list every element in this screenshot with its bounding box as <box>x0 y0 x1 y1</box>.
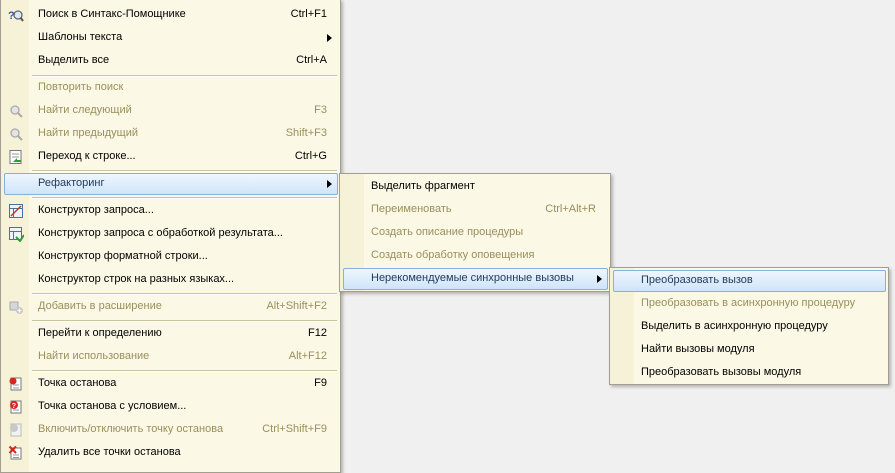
menu-item-convert-call[interactable]: Преобразовать вызов <box>610 270 888 292</box>
svg-text:?: ? <box>12 403 16 410</box>
menu-item-find-previous[interactable]: Найти предыдущий Shift+F3 <box>1 123 340 145</box>
add-extension-icon <box>9 301 23 314</box>
menu-item-query-builder-with-result[interactable]: Конструктор запроса с обработкой результ… <box>1 223 340 245</box>
menu-item-breakpoint[interactable]: Точка останова F9 <box>1 373 340 395</box>
context-menu: ? Поиск в Синтакс-Помощнике Ctrl+F1 Шабл… <box>0 0 341 473</box>
conditional-breakpoint-icon: ? <box>10 400 22 414</box>
menu-item-create-procedure-description[interactable]: Создать описание процедуры <box>340 222 610 244</box>
search-help-icon: ? <box>8 10 24 22</box>
query-builder-result-icon <box>9 227 24 242</box>
breakpoint-icon <box>9 377 22 391</box>
query-builder-icon <box>9 204 23 218</box>
menu-item-repeat-search[interactable]: Повторить поиск <box>1 77 340 99</box>
menu-item-convert-to-async-procedure[interactable]: Преобразовать в асинхронную процедуру <box>610 293 888 315</box>
menu-item-deprecated-sync-calls[interactable]: Нерекомендуемые синхронные вызовы <box>340 268 610 290</box>
toggle-breakpoint-icon <box>10 423 22 437</box>
goto-line-icon <box>9 150 22 164</box>
menu-item-delete-all-breakpoints[interactable]: Удалить все точки останова <box>1 442 340 464</box>
menu-item-toggle-breakpoint[interactable]: Включить/отключить точку останова Ctrl+S… <box>1 419 340 441</box>
menu-item-select-all[interactable]: Выделить все Ctrl+A <box>1 50 340 72</box>
menu-item-query-builder[interactable]: Конструктор запроса... <box>1 200 340 222</box>
delete-breakpoints-icon <box>8 445 22 460</box>
menu-separator <box>32 197 337 199</box>
submenu-arrow-icon <box>327 34 332 42</box>
menu-item-goto-line[interactable]: Переход к строке... Ctrl+G <box>1 146 340 168</box>
menu-separator <box>32 170 337 172</box>
menu-separator <box>32 370 337 372</box>
menu-item-create-notification-handler[interactable]: Создать обработку оповещения <box>340 245 610 267</box>
menu-item-find-next[interactable]: Найти следующий F3 <box>1 100 340 122</box>
submenu-arrow-icon <box>327 180 332 188</box>
find-next-icon <box>10 105 23 118</box>
menu-item-rename[interactable]: Переименовать Ctrl+Alt+R <box>340 199 610 221</box>
menu-item-goto-definition[interactable]: Перейти к определению F12 <box>1 323 340 345</box>
menu-item-add-to-extension[interactable]: Добавить в расширение Alt+Shift+F2 <box>1 296 340 318</box>
menu-item-syntax-help-search[interactable]: ? Поиск в Синтакс-Помощнике Ctrl+F1 <box>1 4 340 26</box>
menu-item-convert-module-calls[interactable]: Преобразовать вызовы модуля <box>610 362 888 384</box>
menu-item-find-usages[interactable]: Найти использование Alt+F12 <box>1 346 340 368</box>
menu-item-select-fragment[interactable]: Выделить фрагмент <box>340 176 610 198</box>
menu-item-text-templates[interactable]: Шаблоны текста <box>1 27 340 49</box>
menu-item-extract-async-procedure[interactable]: Выделить в асинхронную процедуру <box>610 316 888 338</box>
sync-calls-submenu: Преобразовать вызов Преобразовать в асин… <box>609 267 889 385</box>
menu-item-multilang-string-builder[interactable]: Конструктор строк на разных языках... <box>1 269 340 291</box>
menu-item-format-string-builder[interactable]: Конструктор форматной строки... <box>1 246 340 268</box>
menu-item-refactoring[interactable]: Рефакторинг <box>1 173 340 195</box>
refactoring-submenu: Выделить фрагмент Переименовать Ctrl+Alt… <box>339 173 611 292</box>
menu-separator <box>32 320 337 322</box>
submenu-arrow-icon <box>597 275 602 283</box>
menu-item-conditional-breakpoint[interactable]: ? Точка останова с условием... <box>1 396 340 418</box>
menu-separator <box>32 293 337 295</box>
find-previous-icon <box>10 128 23 141</box>
menu-item-find-module-calls[interactable]: Найти вызовы модуля <box>610 339 888 361</box>
